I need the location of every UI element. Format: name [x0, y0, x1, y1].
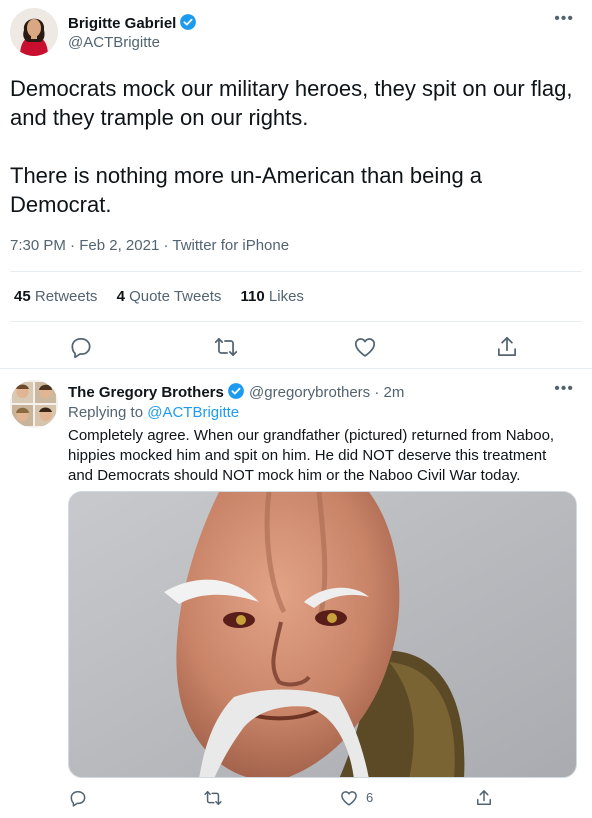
tweet-source[interactable]: Twitter for iPhone — [172, 237, 289, 254]
quote-tweets-label: Quote Tweets — [129, 288, 222, 305]
quote-tweets-count: 4 — [116, 288, 125, 305]
divider — [0, 368, 592, 369]
divider — [10, 321, 582, 322]
tweet-meta: 7:30 PM · Feb 2, 2021 · Twitter for iPho… — [10, 237, 289, 254]
reply-header: The Gregory Brothers @gregorybrothers · … — [68, 382, 404, 404]
reply-actions: 6 — [0, 788, 592, 810]
likes-label: Likes — [268, 288, 304, 305]
more-horizontal-icon[interactable]: ••• — [554, 10, 574, 28]
tweet-paragraph: Democrats mock our military heroes, they… — [10, 76, 573, 130]
more-horizontal-icon[interactable]: ••• — [554, 380, 574, 398]
divider — [10, 271, 582, 272]
avatar[interactable] — [10, 8, 58, 56]
reply-text: Completely agree. When our grandfather (… — [68, 427, 555, 484]
replying-to-label: Replying to — [68, 404, 144, 421]
replying-to-mention[interactable]: @ACTBrigitte — [147, 404, 239, 421]
meta-separator: · — [163, 237, 169, 254]
likes-count: 110 — [240, 288, 265, 305]
author-name-text[interactable]: Brigitte Gabriel — [68, 15, 176, 32]
author-name[interactable]: Brigitte Gabriel — [68, 13, 197, 35]
tweet-paragraph: There is nothing more un-American than b… — [10, 163, 483, 217]
likes-stat[interactable]: 110 Likes — [241, 288, 304, 305]
tweet-actions — [0, 334, 592, 360]
author-handle[interactable]: @gregorybrothers — [249, 384, 370, 401]
meta-separator: · — [70, 237, 76, 254]
retweets-label: Retweets — [34, 288, 98, 305]
tweet-time[interactable]: 7:30 PM — [10, 237, 66, 254]
like-count: 6 — [366, 790, 374, 805]
reply-icon[interactable] — [68, 334, 94, 360]
share-icon[interactable] — [474, 788, 494, 808]
tweet-stats: 45 Retweets 4 Quote Tweets 110 Likes — [14, 288, 319, 305]
retweets-stat[interactable]: 45 Retweets — [14, 288, 97, 305]
replying-to: Replying to @ACTBrigitte — [68, 404, 239, 421]
reply-icon[interactable] — [68, 788, 88, 808]
avatar[interactable] — [10, 380, 58, 428]
like-icon[interactable] — [352, 334, 378, 360]
meta-separator: · — [374, 384, 380, 401]
tweet-media-image[interactable] — [68, 491, 577, 778]
tweet-text: Democrats mock our military heroes, they… — [10, 74, 585, 219]
verified-badge-icon — [179, 13, 197, 35]
tweet-date[interactable]: Feb 2, 2021 — [79, 237, 159, 254]
verified-badge-icon — [227, 382, 245, 404]
retweets-count: 45 — [14, 288, 31, 305]
retweet-icon[interactable] — [203, 788, 223, 808]
retweet-icon[interactable] — [213, 334, 239, 360]
author-handle[interactable]: @ACTBrigitte — [68, 34, 160, 51]
like-icon[interactable] — [339, 788, 359, 808]
tweet-time-ago[interactable]: 2m — [384, 384, 405, 401]
share-icon[interactable] — [494, 334, 520, 360]
quote-tweets-stat[interactable]: 4 Quote Tweets — [117, 288, 222, 305]
author-name[interactable]: The Gregory Brothers — [68, 384, 224, 401]
